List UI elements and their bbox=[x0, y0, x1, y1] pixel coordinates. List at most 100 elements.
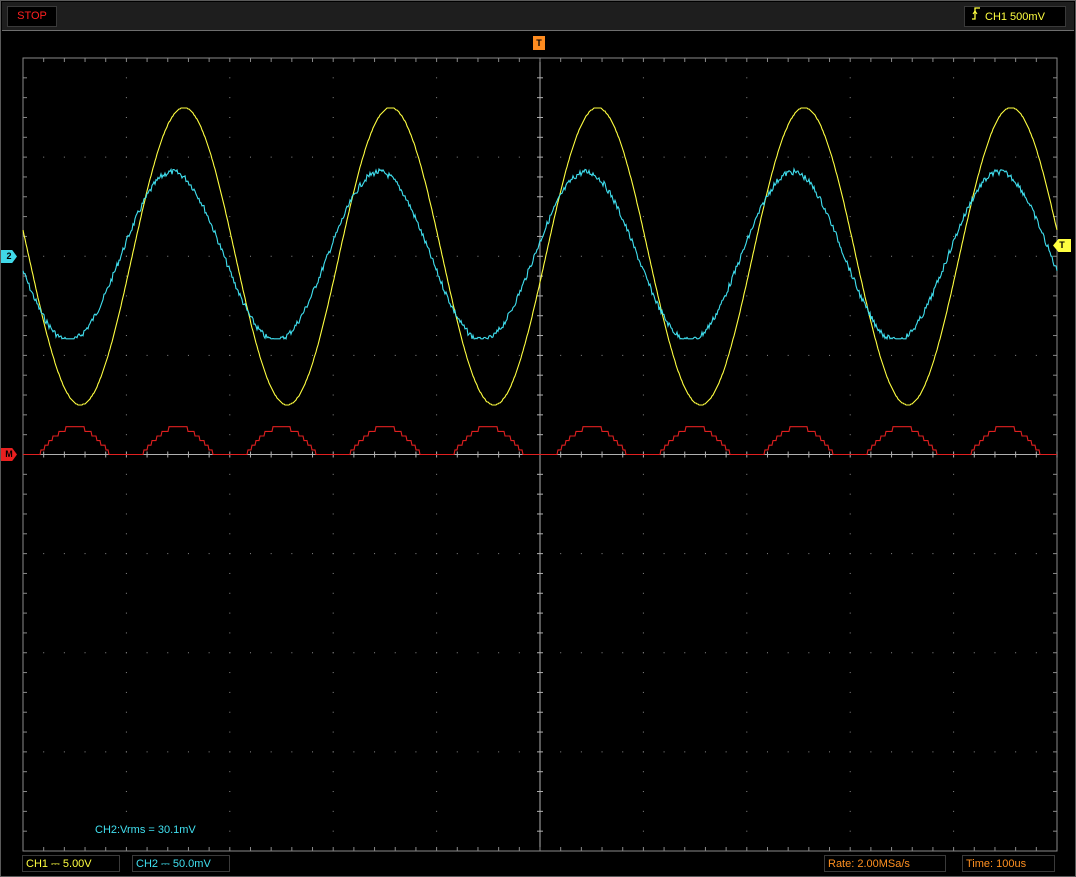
grid-dot bbox=[125, 473, 127, 475]
trigger-position-marker[interactable]: T bbox=[533, 36, 545, 50]
grid-dot bbox=[498, 354, 500, 356]
grid-dot bbox=[953, 116, 955, 118]
grid-dot bbox=[870, 354, 872, 356]
grid-dot bbox=[601, 255, 603, 257]
grid-dot bbox=[436, 394, 438, 396]
grid-dot bbox=[332, 77, 334, 79]
grid-dot bbox=[580, 553, 582, 555]
grid-dot bbox=[229, 632, 231, 634]
grid-dot bbox=[725, 156, 727, 158]
grid-dot bbox=[125, 315, 127, 317]
ch1-scale[interactable]: CH1 ⎓ 5.00V bbox=[22, 855, 120, 872]
grid-dot bbox=[229, 810, 231, 812]
grid-dot bbox=[125, 652, 127, 654]
grid-dot bbox=[642, 275, 644, 277]
grid-dot bbox=[208, 751, 210, 753]
grid-dot bbox=[911, 553, 913, 555]
grid-dot bbox=[332, 553, 334, 555]
grid-dot bbox=[436, 751, 438, 753]
grid-dot bbox=[477, 652, 479, 654]
grid-dot bbox=[332, 156, 334, 158]
grid-dot bbox=[849, 592, 851, 594]
ch2-vrms-measurement: CH2:Vrms = 30.1mV bbox=[95, 824, 196, 836]
grid-dot bbox=[746, 652, 748, 654]
grid-dot bbox=[870, 156, 872, 158]
grid-dot bbox=[642, 136, 644, 138]
grid-dot bbox=[787, 156, 789, 158]
grid-dot bbox=[953, 394, 955, 396]
grid-dot bbox=[746, 335, 748, 337]
grid-dot bbox=[953, 553, 955, 555]
grid-dot bbox=[125, 116, 127, 118]
grid-dot bbox=[518, 652, 520, 654]
grid-dot bbox=[84, 354, 86, 356]
grid-dot bbox=[746, 771, 748, 773]
grid-dot bbox=[436, 97, 438, 99]
grid-dot bbox=[208, 553, 210, 555]
grid-dot bbox=[518, 751, 520, 753]
grid-dot bbox=[229, 374, 231, 376]
grid-dot bbox=[932, 354, 934, 356]
grid-dot bbox=[849, 533, 851, 535]
grid-dot bbox=[953, 612, 955, 614]
grid-dot bbox=[601, 652, 603, 654]
grid-dot bbox=[849, 374, 851, 376]
grid-dot bbox=[746, 533, 748, 535]
grid-dot bbox=[870, 652, 872, 654]
grid-dot bbox=[312, 354, 314, 356]
grid-dot bbox=[642, 176, 644, 178]
grid-dot bbox=[746, 414, 748, 416]
grid-dot bbox=[642, 672, 644, 674]
grid-dot bbox=[105, 354, 107, 356]
grid-dot bbox=[953, 513, 955, 515]
grid-dot bbox=[953, 156, 955, 158]
grid-dot bbox=[642, 156, 644, 158]
grid-dot bbox=[766, 652, 768, 654]
grid-dot bbox=[84, 156, 86, 158]
grid-dot bbox=[704, 354, 706, 356]
grid-dot bbox=[684, 553, 686, 555]
grid-dot bbox=[167, 354, 169, 356]
grid-dot bbox=[580, 156, 582, 158]
grid-dot bbox=[43, 354, 45, 356]
grid-dot bbox=[953, 354, 955, 356]
grid-dot bbox=[415, 255, 417, 257]
grid-dot bbox=[229, 572, 231, 574]
grid-dot bbox=[932, 652, 934, 654]
ch2-scale[interactable]: CH2 ⎓ 50.0mV bbox=[132, 855, 230, 872]
grid-dot bbox=[829, 156, 831, 158]
grid-dot bbox=[953, 493, 955, 495]
grid-dot bbox=[725, 553, 727, 555]
grid-dot bbox=[436, 830, 438, 832]
waveform-display[interactable] bbox=[1, 1, 1075, 853]
grid-dot bbox=[249, 652, 251, 654]
timebase[interactable]: Time: 100us bbox=[962, 855, 1055, 872]
grid-dot bbox=[84, 255, 86, 257]
grid-dot bbox=[518, 255, 520, 257]
grid-dot bbox=[229, 493, 231, 495]
grid-dot bbox=[270, 255, 272, 257]
grid-dot bbox=[456, 652, 458, 654]
grid-dot bbox=[642, 493, 644, 495]
grid-dot bbox=[436, 553, 438, 555]
grid-dot bbox=[436, 216, 438, 218]
grid-dot bbox=[249, 354, 251, 356]
grid-dot bbox=[746, 97, 748, 99]
grid-dot bbox=[436, 473, 438, 475]
grid-dot bbox=[973, 751, 975, 753]
grid-dot bbox=[1015, 255, 1017, 257]
grid-dot bbox=[415, 156, 417, 158]
grid-dot bbox=[746, 751, 748, 753]
grid-dot bbox=[415, 751, 417, 753]
grid-dot bbox=[953, 374, 955, 376]
grid-dot bbox=[663, 652, 665, 654]
grid-dot bbox=[332, 196, 334, 198]
grid-dot bbox=[746, 275, 748, 277]
grid-dot bbox=[436, 275, 438, 277]
grid-dot bbox=[229, 791, 231, 793]
grid-dot bbox=[146, 751, 148, 753]
grid-dot bbox=[518, 553, 520, 555]
grid-dot bbox=[332, 572, 334, 574]
grid-dot bbox=[332, 711, 334, 713]
grid-dot bbox=[849, 513, 851, 515]
